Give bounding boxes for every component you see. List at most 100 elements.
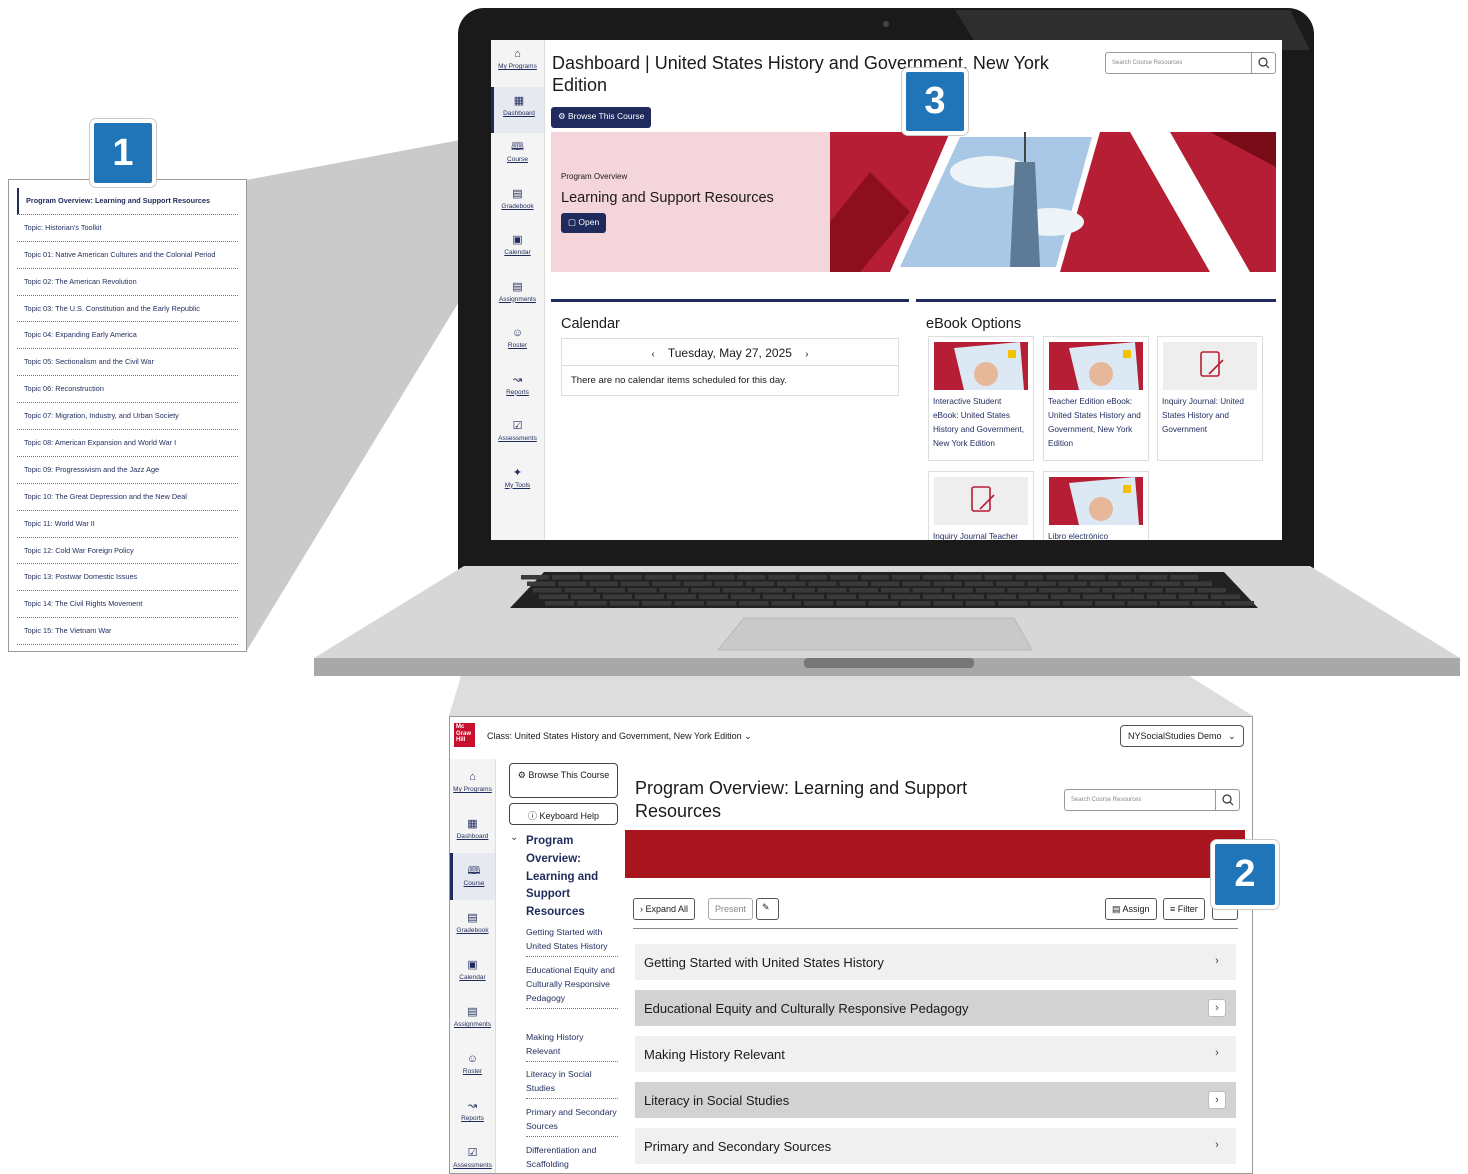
roster-icon: ☺ [466, 1053, 479, 1065]
topic-item[interactable]: Topic 14: The Civil Rights Movement [17, 591, 238, 619]
dashboard-icon: ▦ [467, 818, 478, 830]
sidebar-item-assessments[interactable]: ☑ Assessments [491, 412, 544, 459]
sidebar-item-calendar[interactable]: ▣ Calendar [450, 947, 495, 994]
next-day-icon[interactable]: › [805, 349, 808, 360]
ebook-tile[interactable]: Teacher Edition eBook: United States His… [1043, 336, 1149, 461]
callout-badge-3: 3 [902, 68, 968, 135]
sidebar-item-course[interactable]: 🕮 Course [450, 853, 495, 900]
user-menu[interactable]: NYSocialStudies Demo ⌄ [1120, 725, 1244, 747]
topic-item[interactable]: Topic 11: World War II [17, 511, 238, 538]
sidebar-item-gradebook[interactable]: ▤ Gradebook [491, 180, 544, 227]
callout-badge-2: 2 [1211, 840, 1279, 909]
expand-all-label: Expand All [645, 904, 689, 914]
info-icon: ⓘ [527, 811, 537, 821]
search-button[interactable] [1215, 790, 1239, 810]
sidebar-item-label: My Tools [504, 481, 531, 489]
sidebar-item-reports[interactable]: ↝ Reports [491, 366, 544, 413]
topic-list-panel: Program Overview: Learning and Support R… [8, 179, 247, 652]
sitemap-icon: ⚙ [558, 111, 566, 121]
course-screen: Mc Graw Hill Class: United States Histor… [449, 716, 1253, 1174]
filter-button[interactable]: ≡ Filter [1163, 898, 1205, 920]
sidebar-item-roster[interactable]: ☺ Roster [491, 319, 544, 366]
accordion-row[interactable]: Literacy in Social Studies › [635, 1082, 1236, 1118]
accordion-row[interactable]: Making History Relevant › [635, 1036, 1236, 1072]
toc-item[interactable]: Making History Relevant [526, 1030, 618, 1062]
toc-item[interactable]: Getting Started with United States Histo… [526, 925, 618, 957]
topic-item[interactable]: Topic 07: Migration, Industry, and Urban… [17, 403, 238, 431]
chevron-right-icon[interactable]: › [1208, 953, 1226, 971]
accordion-row[interactable]: Getting Started with United States Histo… [635, 944, 1236, 980]
sidebar-item-roster[interactable]: ☺ Roster [450, 1041, 495, 1088]
chevron-right-icon[interactable]: › [1208, 1137, 1226, 1155]
toc-item[interactable]: Literacy in Social Studies [526, 1067, 618, 1099]
expand-all-button[interactable]: › Expand All [633, 898, 696, 920]
topic-item[interactable]: Topic 06: Reconstruction [17, 376, 238, 404]
accordion-row[interactable]: Primary and Secondary Sources › [635, 1128, 1236, 1164]
class-label: Class: United States History and Governm… [487, 731, 742, 741]
sidebar-item-label: Assignments [453, 1021, 492, 1028]
sidebar-item-my-programs[interactable]: ⌂ My Programs [491, 40, 544, 87]
sidebar-item-label: Assessments [453, 1162, 492, 1169]
topic-list: Program Overview: Learning and Support R… [17, 188, 238, 646]
ebook-options-title: eBook Options [926, 316, 1022, 332]
prev-day-icon[interactable]: ‹ [651, 349, 654, 360]
browse-course-button[interactable]: ⚙ Browse This Course [509, 763, 618, 798]
topic-item[interactable]: Topic 02: The American Revolution [17, 269, 238, 296]
sidebar-item-my-programs[interactable]: ⌂ My Programs [450, 759, 495, 806]
open-button[interactable]: ▢ Open [561, 213, 607, 233]
search-icon [1222, 794, 1234, 806]
topic-item[interactable]: Topic 05: Sectionalism and the Civil War [17, 349, 238, 377]
accordion-row[interactable]: Educational Equity and Culturally Respon… [635, 990, 1236, 1026]
topic-item[interactable]: Program Overview: Learning and Support R… [17, 188, 238, 215]
topic-item[interactable]: Topic 03: The U.S. Constitution and the … [17, 296, 238, 323]
sidebar-item-reports[interactable]: ↝ Reports [450, 1088, 495, 1135]
assign-button[interactable]: ▤ Assign [1105, 898, 1157, 920]
toc-heading[interactable]: Program Overview: Learning and Support R… [526, 833, 626, 922]
chevron-down-icon: ⌄ [744, 731, 752, 741]
sidebar-item-assignments[interactable]: ▤ Assignments [491, 273, 544, 320]
reports-icon: ↝ [467, 1100, 478, 1112]
edit-button[interactable]: ✎ [756, 898, 779, 920]
sidebar-item-my-tools[interactable]: ✦ My Tools [491, 459, 544, 506]
ebook-tile[interactable]: Inquiry Journal Teacher [928, 471, 1034, 540]
search-input[interactable]: Search Course Resources [1064, 789, 1240, 811]
keyboard-help-button[interactable]: ⓘ Keyboard Help [509, 803, 618, 825]
sidebar-item-assessments[interactable]: ☑ Assessments [450, 1135, 495, 1173]
topic-item[interactable]: Topic 09: Progressivism and the Jazz Age [17, 457, 238, 484]
sidebar-item-assignments[interactable]: ▤ Assignments [450, 994, 495, 1041]
search-button[interactable] [1251, 53, 1275, 73]
course-sidebar: ⌂ My Programs ▦ Dashboard 🕮 Course ▤ Gradebook ▣… [450, 759, 496, 1173]
chevron-right-icon[interactable]: › [1208, 999, 1226, 1017]
ebook-tile[interactable]: Inquiry Journal: United States History a… [1157, 336, 1263, 461]
sidebar-item-course[interactable]: 🕮 Course [491, 133, 544, 180]
sidebar-item-calendar[interactable]: ▣ Calendar [491, 226, 544, 273]
sidebar-item-gradebook[interactable]: ▤ Gradebook [450, 900, 495, 947]
chevron-right-icon[interactable]: › [1208, 1091, 1226, 1109]
ebook-cover-image [934, 342, 1028, 390]
dashboard-screen: ⌂ My Programs ▦ Dashboard 🕮 Course ▤ Gradebook ▣… [491, 40, 1282, 540]
topic-item[interactable]: Topic 01: Native American Cultures and t… [17, 242, 238, 269]
topic-item[interactable]: Topic 10: The Great Depression and the N… [17, 484, 238, 511]
topic-item[interactable]: Topic 15: The Vietnam War [17, 618, 238, 646]
class-selector[interactable]: Class: United States History and Governm… [487, 731, 752, 742]
toc-item[interactable]: Educational Equity and Culturally Respon… [526, 963, 618, 1009]
present-button[interactable]: Present [708, 898, 754, 920]
toc-item[interactable]: Differentiation and Scaffolding [526, 1143, 618, 1173]
calendar-empty-message: There are no calendar items scheduled fo… [561, 366, 899, 396]
topic-item[interactable]: Topic 04: Expanding Early America [17, 322, 238, 350]
topic-item[interactable]: Topic: Historian's Toolkit [17, 215, 238, 242]
mcgraw-hill-logo: Mc Graw Hill [454, 723, 475, 747]
ebook-tile[interactable]: Libro electrónico [1043, 471, 1149, 540]
browse-course-button[interactable]: ⚙ Browse This Course [551, 107, 652, 128]
ebook-tile[interactable]: Interactive Student eBook: United States… [928, 336, 1034, 461]
toc-item[interactable]: Primary and Secondary Sources [526, 1105, 618, 1137]
chevron-right-icon[interactable]: › [1208, 1045, 1226, 1063]
toc-collapse-icon[interactable]: ⌄ [510, 832, 518, 843]
sidebar-item-dashboard[interactable]: ▦ Dashboard [491, 86, 544, 133]
topic-item[interactable]: Topic 12: Cold War Foreign Policy [17, 538, 238, 565]
topic-item[interactable]: Topic 13: Postwar Domestic Issues [17, 564, 238, 592]
topic-item[interactable]: Topic 08: American Expansion and World W… [17, 430, 238, 457]
search-input[interactable]: Search Course Resources [1105, 52, 1276, 74]
sidebar-item-dashboard[interactable]: ▦ Dashboard [450, 806, 495, 853]
user-label: NYSocialStudies Demo [1128, 731, 1222, 741]
